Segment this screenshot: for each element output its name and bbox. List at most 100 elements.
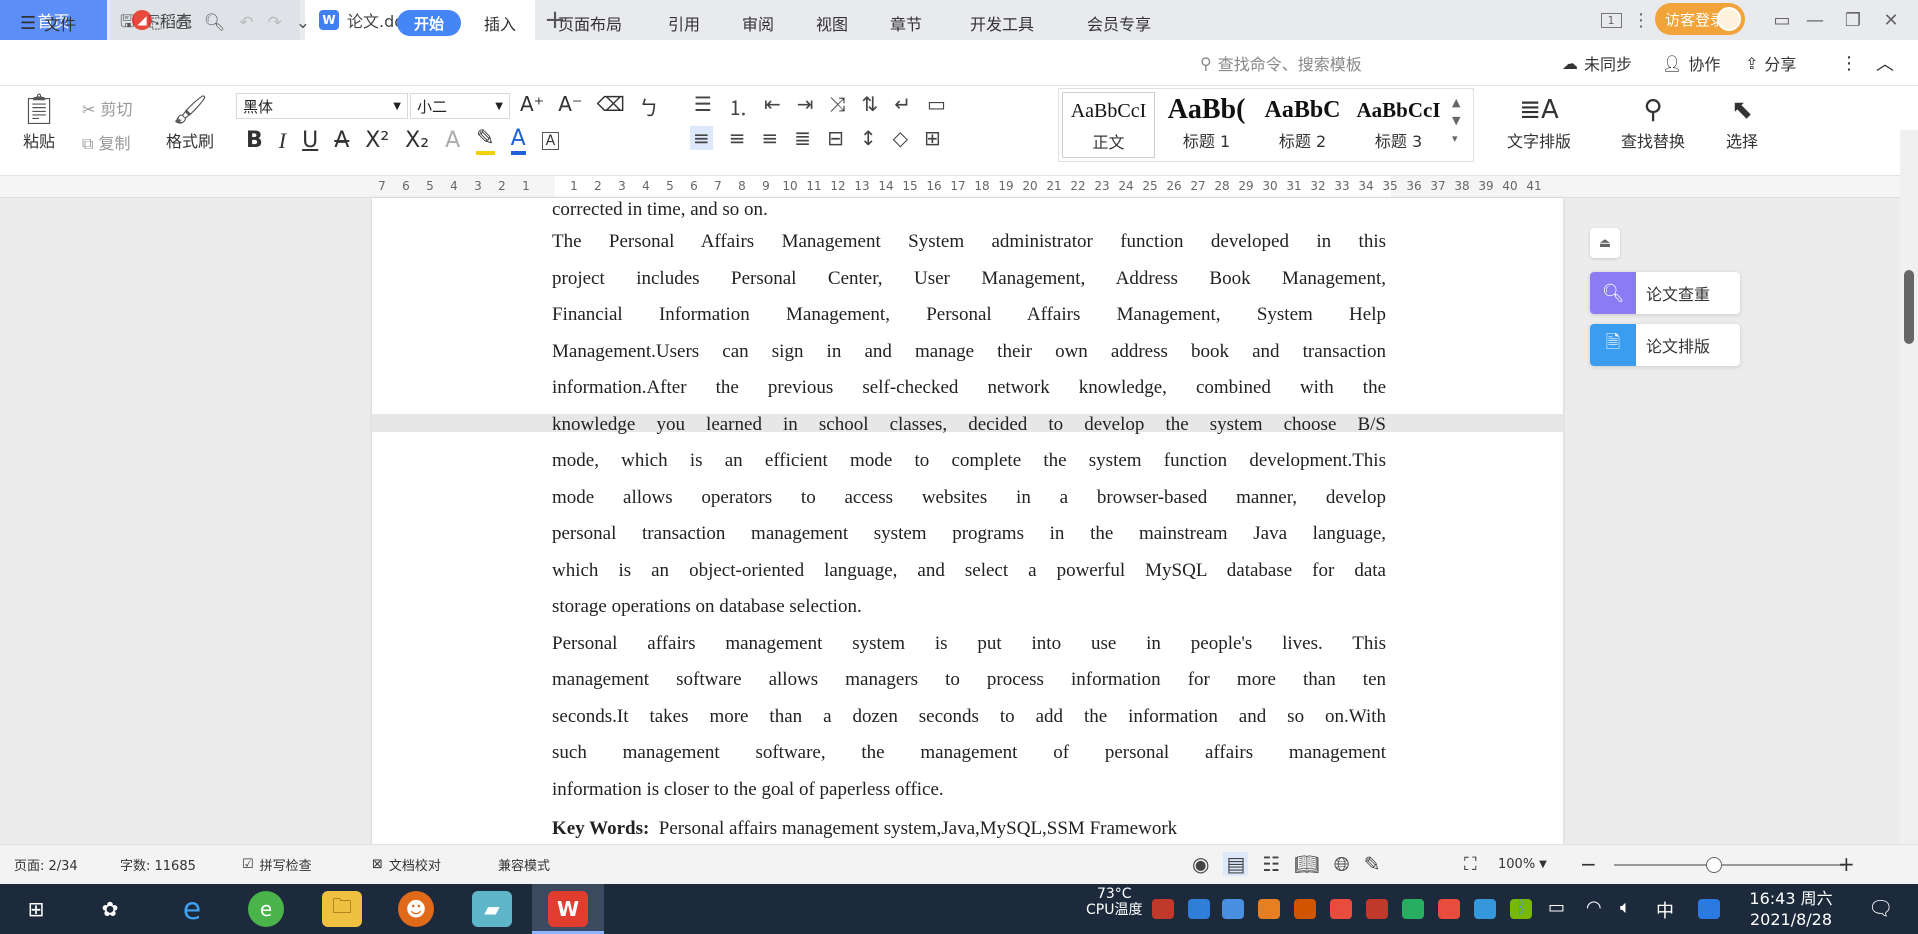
zoom-slider-handle[interactable] [1706,857,1722,873]
text-layout-button[interactable]: ≣A 文字排版 [1494,92,1584,152]
redo-icon[interactable]: ↷ [268,13,282,33]
phonetic-icon[interactable]: ㄅ [639,92,659,121]
file-menu[interactable]: ☰ 文件 [20,0,76,46]
collab-button[interactable]: 👤︎ 协作 [1662,40,1720,86]
shrink-font-icon[interactable]: A⁻ [558,92,582,121]
spell-check-button[interactable]: ☑ 拼写检查 [242,844,312,884]
char-border-icon[interactable]: A [541,131,560,150]
strikethrough-icon[interactable]: A [334,128,349,153]
justify-icon[interactable]: ≣ [794,126,811,150]
clock[interactable]: 16:43 周六 2021/8/28 [1746,888,1836,930]
show-marks-icon[interactable]: ↵ [894,92,911,121]
outline-view-icon[interactable]: ☷ [1262,852,1280,876]
font-name-select[interactable]: 黑体 ▼ [236,93,408,119]
browser-360-icon[interactable]: e [248,891,284,927]
chinese-layout-icon[interactable]: ⤨ [829,92,845,121]
increase-indent-icon[interactable]: ⇥ [797,92,814,121]
tray-app-icon[interactable] [1402,899,1424,919]
format-painter-button[interactable]: 🖌︎ 格式刷 [160,92,220,152]
line-spacing-icon[interactable]: ↕ [860,126,877,150]
minimize-icon[interactable]: — [1800,6,1830,34]
tab-chapter[interactable]: 章节 [890,0,922,46]
shield-icon[interactable] [1222,899,1244,919]
paper-check-button[interactable]: 🔍︎ 论文查重 [1590,272,1740,314]
close-icon[interactable]: ✕ [1876,6,1906,34]
qq-icon[interactable] [1330,899,1352,919]
tray-app-icon[interactable] [1438,899,1460,919]
tray-app-icon[interactable] [1152,899,1174,919]
fit-page-icon[interactable]: ⛶ [1464,844,1477,884]
sync-button[interactable]: ☁ 未同步 [1562,40,1632,86]
underline-icon[interactable]: U [302,128,318,153]
tray-app-icon[interactable] [1698,899,1720,919]
customize-icon[interactable]: ⌄ [296,13,310,33]
paper-layout-button[interactable]: 🗎 论文排版 [1590,324,1740,366]
style-heading-3[interactable]: AaBbCcI 标题 3 [1352,92,1445,158]
print-icon[interactable]: ⎙ [176,13,190,33]
scrollbar-thumb[interactable] [1904,270,1914,344]
align-left-icon[interactable]: ≡ [690,126,713,150]
paste-button[interactable]: 📋︎ 粘贴 [14,92,64,152]
ie-browser-icon[interactable]: e [172,891,212,927]
sort-icon[interactable]: ⇅ [861,92,878,121]
borders-icon[interactable]: ⊞ [924,126,941,150]
page-view-icon[interactable]: 1 [1596,6,1626,34]
tab-page-layout[interactable]: 页面布局 [558,0,622,46]
battery-icon[interactable]: ▭ [1548,897,1565,918]
font-color-icon[interactable]: A [510,126,526,155]
command-search[interactable]: ⚲ 查找命令、搜索模板 [1200,40,1362,86]
tab-references[interactable]: 引用 [668,0,700,46]
game-app-icon[interactable]: ☻ [398,891,434,927]
style-heading-2[interactable]: AaBbC 标题 2 [1256,92,1349,158]
italic-icon[interactable]: I [279,128,286,154]
find-replace-button[interactable]: ⚲ 查找替换 [1610,92,1696,152]
tab-stops-icon[interactable]: ▭ [927,92,946,121]
proofread-button[interactable]: ⊠ 文档校对 [372,844,441,884]
export-pdf-icon[interactable]: ⎘ [148,13,162,33]
word-count[interactable]: 字数: 11685 [120,844,196,884]
eye-icon[interactable]: ◉ [1192,852,1209,876]
zoom-out-button[interactable]: − [1580,844,1597,884]
wifi-icon[interactable]: ◠ [1586,897,1602,918]
clear-format-icon[interactable]: ⌫ [597,92,625,121]
windows-start-icon[interactable]: ⊞ [16,891,56,927]
qq-icon[interactable] [1366,899,1388,919]
eject-icon[interactable]: ⏏ [1590,228,1620,258]
text-effect-icon[interactable]: A [445,128,460,153]
horizontal-ruler[interactable]: 7 6 5 4 3 2 1 1 2 3 4 5 6 7 8 9 10 11 12 13 14 15 16 17 18 19 20 21… [0,176,1918,198]
numbering-icon[interactable]: ⒈ [728,92,748,121]
write-view-icon[interactable]: ✎ [1364,852,1381,876]
zoom-slider[interactable] [1614,864,1844,866]
zoom-select[interactable]: 100% ▼ [1498,844,1547,884]
skin-icon[interactable]: ▭ [1767,6,1797,34]
undo-icon[interactable]: ↶ [239,13,253,33]
cut-button[interactable]: ✂ 剪切 [82,96,133,120]
bold-icon[interactable]: B [246,128,263,153]
styles-scroll[interactable]: ▲ ▼ ▾ [1452,94,1460,148]
save-icon[interactable]: 🖫 [120,9,134,38]
more-icon[interactable]: ⋮ [1626,6,1656,34]
tray-app-icon[interactable] [1474,899,1496,919]
bullets-icon[interactable]: ☰ [694,92,712,121]
pinwheel-app-icon[interactable]: ✿ [90,891,130,927]
tab-start[interactable]: 开始 [397,10,461,36]
zoom-in-button[interactable]: + [1838,844,1855,884]
subscript-icon[interactable]: X₂ [405,128,429,153]
bluetooth-icon[interactable]: ᛒ [1516,897,1527,918]
shading-icon[interactable]: ◇ [893,126,908,150]
tab-view[interactable]: 视图 [816,0,848,46]
print-preview-icon[interactable]: 🔍︎ [204,13,226,33]
page-count[interactable]: 页面: 2/34 [14,844,78,884]
login-button[interactable]: 访客登录 [1655,3,1745,35]
tab-member[interactable]: 会员专享 [1087,0,1151,46]
restore-icon[interactable]: ❐ [1838,6,1868,34]
notes-app-icon[interactable]: ▰ [472,891,512,927]
highlight-icon[interactable]: ✎ [476,126,495,155]
page-view-icon[interactable]: ▤ [1223,852,1249,876]
share-button[interactable]: ⇪ 分享 [1745,40,1796,86]
tray-app-icon[interactable] [1188,899,1210,919]
tab-developer[interactable]: 开发工具 [970,0,1034,46]
select-button[interactable]: ⬉ 选择 [1712,92,1772,152]
more-options-icon[interactable]: ⋮ [1840,40,1858,86]
copy-button[interactable]: ⧉ 复制 [82,130,131,154]
